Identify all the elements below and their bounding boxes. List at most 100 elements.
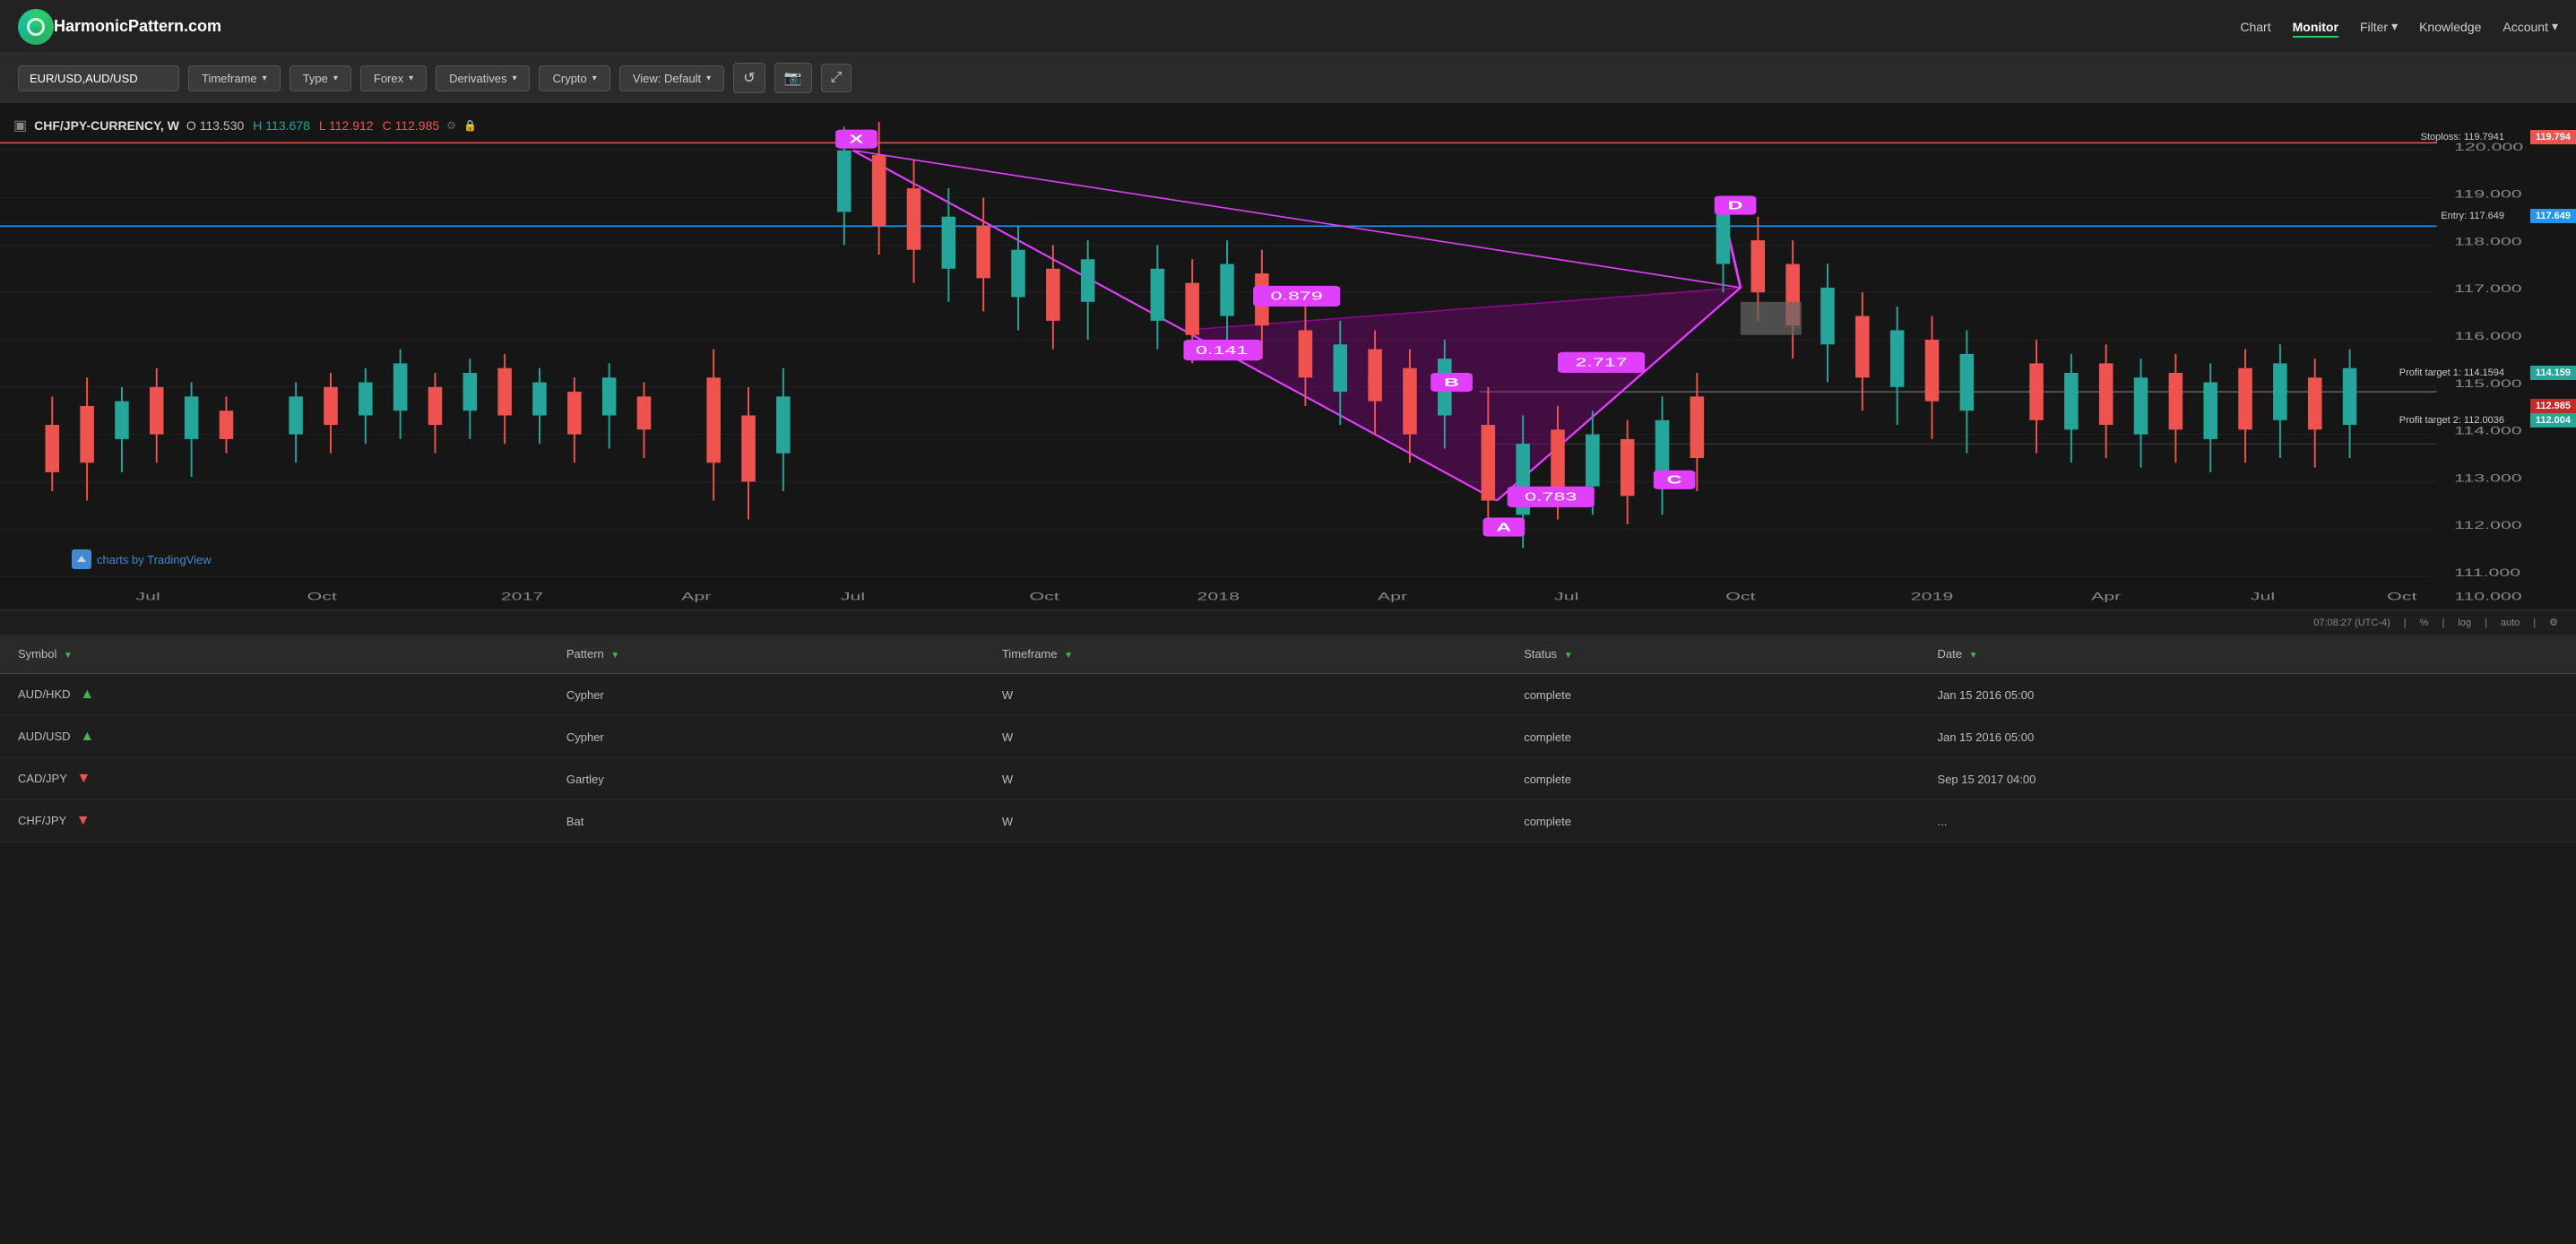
separator1: |: [2404, 618, 2407, 628]
svg-text:Oct: Oct: [1725, 591, 1755, 603]
profit2-badge: 112.004: [2530, 413, 2576, 428]
nav-chart[interactable]: Chart: [2240, 16, 2270, 38]
stoploss-badge: 119.794: [2530, 130, 2576, 144]
fullscreen-button[interactable]: ⤢: [821, 64, 852, 92]
cell-date: Jan 15 2016 05:00: [1919, 716, 2576, 758]
cell-status: complete: [1506, 674, 1919, 716]
date-sort-icon: ▼: [1969, 651, 1978, 661]
separator4: |: [2533, 618, 2536, 628]
cell-status: complete: [1506, 758, 1919, 800]
svg-text:Jul: Jul: [841, 591, 865, 603]
chart-symbol: CHF/JPY-CURRENCY, W: [34, 118, 179, 133]
tradingview-watermark: charts by TradingView: [72, 549, 212, 569]
svg-text:115.000: 115.000: [2454, 377, 2522, 390]
svg-text:Oct: Oct: [307, 591, 337, 603]
entry-label: Entry: 117.649: [2441, 211, 2504, 221]
svg-text:D: D: [1728, 199, 1743, 212]
ohlc-c: C 112.985: [383, 118, 440, 133]
svg-text:119.000: 119.000: [2454, 188, 2522, 201]
chart-svg: X D B C A 0.879 0.141 2.717 0.783: [0, 103, 2576, 609]
direction-down-icon: ▼: [76, 813, 91, 828]
symbol-text: CHF/JPY: [18, 814, 66, 827]
symbol-text: CAD/JPY: [18, 772, 67, 785]
col-timeframe[interactable]: Timeframe ▼: [984, 635, 1506, 674]
table-container: Symbol ▼ Pattern ▼ Timeframe ▼ Status ▼ …: [0, 635, 2576, 842]
table-row[interactable]: AUD/USD ▲ Cypher W complete Jan 15 2016 …: [0, 716, 2576, 758]
nav-account[interactable]: Account ▾: [2503, 15, 2558, 38]
log-toggle[interactable]: log: [2458, 618, 2471, 628]
symbol-text: AUD/USD: [18, 730, 71, 743]
svg-text:0.141: 0.141: [1196, 343, 1248, 356]
view-button[interactable]: View: Default ▾: [619, 65, 724, 91]
direction-down-icon: ▼: [77, 771, 91, 786]
collapse-icon[interactable]: ▣: [13, 117, 27, 134]
timeframe-button[interactable]: Timeframe ▾: [188, 65, 281, 91]
svg-text:Apr: Apr: [681, 591, 712, 603]
crypto-button[interactable]: Crypto ▾: [539, 65, 609, 91]
table-row[interactable]: CHF/JPY ▼ Bat W complete ...: [0, 800, 2576, 842]
forex-button[interactable]: Forex ▾: [360, 65, 427, 91]
screenshot-button[interactable]: 📷: [774, 63, 812, 93]
chart-container: ▣ CHF/JPY-CURRENCY, W O 113.530 H 113.67…: [0, 103, 2576, 609]
tradingview-icon: [72, 549, 91, 569]
nav-knowledge[interactable]: Knowledge: [2419, 16, 2481, 38]
col-date[interactable]: Date ▼: [1919, 635, 2576, 674]
cell-pattern: Cypher: [549, 716, 984, 758]
svg-text:Apr: Apr: [1378, 591, 1408, 603]
table-row[interactable]: CAD/JPY ▼ Gartley W complete Sep 15 2017…: [0, 758, 2576, 800]
col-symbol[interactable]: Symbol ▼: [0, 635, 549, 674]
table-header: Symbol ▼ Pattern ▼ Timeframe ▼ Status ▼ …: [0, 635, 2576, 674]
refresh-button[interactable]: ↺: [733, 63, 765, 93]
cell-date: ...: [1919, 800, 2576, 842]
cell-timeframe: W: [984, 800, 1506, 842]
timeframe-sort-icon: ▼: [1064, 651, 1073, 661]
nav-monitor[interactable]: Monitor: [2293, 16, 2338, 38]
cell-date: Sep 15 2017 04:00: [1919, 758, 2576, 800]
cell-symbol: CHF/JPY ▼: [0, 800, 549, 842]
col-status[interactable]: Status ▼: [1506, 635, 1919, 674]
svg-text:113.000: 113.000: [2454, 472, 2522, 485]
main-nav: Chart Monitor Filter ▾ Knowledge Account…: [2240, 15, 2558, 38]
svg-text:Oct: Oct: [1030, 591, 1059, 603]
ohlc-o: O 113.530: [186, 118, 244, 133]
profit2-label: Profit target 2: 112.0036: [2399, 415, 2504, 426]
svg-text:110.000: 110.000: [2454, 591, 2522, 603]
chart-settings-gear[interactable]: ⚙: [2549, 617, 2558, 628]
cell-symbol: AUD/USD ▲: [0, 716, 549, 758]
direction-up-icon: ▲: [80, 729, 94, 744]
profit1-badge: 114.159: [2530, 366, 2576, 380]
type-button[interactable]: Type ▾: [290, 65, 351, 91]
svg-text:114.000: 114.000: [2454, 425, 2522, 437]
separator3: |: [2485, 618, 2487, 628]
svg-text:112.000: 112.000: [2454, 519, 2522, 531]
col-pattern[interactable]: Pattern ▼: [549, 635, 984, 674]
svg-text:2018: 2018: [1197, 591, 1240, 603]
stoploss-label: Stoploss: 119.7941: [2421, 132, 2504, 143]
symbols-input[interactable]: [18, 65, 179, 91]
chart-settings-icon[interactable]: ⚙: [446, 119, 456, 132]
cell-pattern: Bat: [549, 800, 984, 842]
header: HarmonicPattern.com Chart Monitor Filter…: [0, 0, 2576, 54]
auto-toggle[interactable]: auto: [2501, 618, 2520, 628]
derivatives-button[interactable]: Derivatives ▾: [436, 65, 530, 91]
svg-text:120.000: 120.000: [2454, 141, 2523, 153]
chart-title: ▣ CHF/JPY-CURRENCY, W O 113.530 H 113.67…: [13, 117, 477, 134]
chart-bottom-bar: 07:08:27 (UTC-4) | % | log | auto | ⚙: [0, 609, 2576, 635]
cell-timeframe: W: [984, 758, 1506, 800]
chart-lock-icon[interactable]: 🔒: [463, 119, 477, 132]
table-row[interactable]: AUD/HKD ▲ Cypher W complete Jan 15 2016 …: [0, 674, 2576, 716]
ohlc-l: L 112.912: [319, 118, 374, 133]
nav-filter[interactable]: Filter ▾: [2360, 15, 2398, 38]
cell-symbol: AUD/HKD ▲: [0, 674, 549, 716]
cell-pattern: Gartley: [549, 758, 984, 800]
close-price-badge: 112.985: [2530, 399, 2576, 413]
percent-toggle[interactable]: %: [2420, 618, 2429, 628]
pattern-sort-icon: ▼: [610, 651, 619, 661]
svg-text:Apr: Apr: [2091, 591, 2122, 603]
svg-text:Oct: Oct: [2387, 591, 2416, 603]
ohlc-h: H 113.678: [253, 118, 310, 133]
profit1-label: Profit target 1: 114.1594: [2399, 367, 2504, 378]
table-body: AUD/HKD ▲ Cypher W complete Jan 15 2016 …: [0, 674, 2576, 842]
status-sort-icon: ▼: [1564, 651, 1573, 661]
svg-text:B: B: [1444, 376, 1459, 388]
